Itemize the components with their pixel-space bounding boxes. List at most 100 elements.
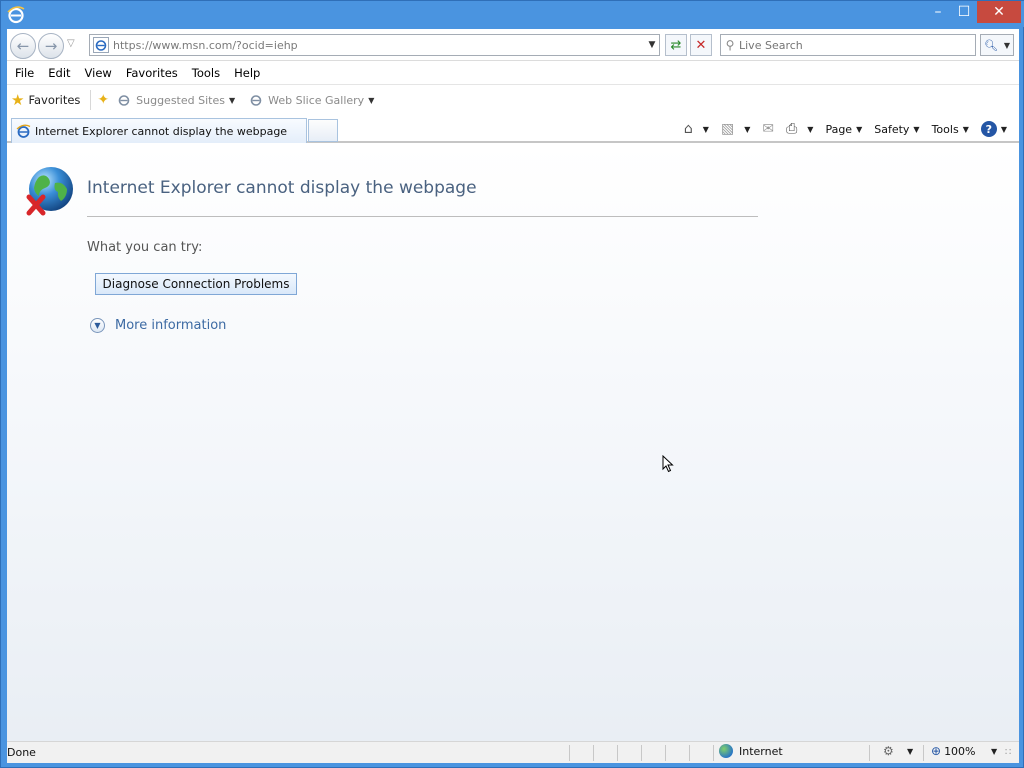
mouse-pointer-icon — [662, 455, 674, 473]
minimize-icon: – — [934, 4, 942, 20]
back-arrow-icon: ← — [16, 37, 30, 55]
tools-menu-button[interactable]: Tools ▼ — [932, 123, 969, 136]
forward-button[interactable]: → — [38, 33, 64, 59]
favorites-separator — [90, 90, 92, 110]
recent-pages-dropdown-icon[interactable]: ▽ — [67, 38, 75, 49]
tab-current[interactable]: Internet Explorer cannot display the web… — [11, 118, 307, 143]
internet-explorer-icon[interactable] — [7, 6, 25, 24]
zoom-level: 100% — [944, 744, 976, 758]
forward-arrow-icon: → — [44, 37, 58, 55]
refresh-icon: ⇄ — [670, 37, 682, 53]
help-button[interactable]: ? ▼ — [980, 121, 1007, 137]
page-content: Internet Explorer cannot display the web… — [7, 145, 1019, 741]
zoom-dropdown-icon[interactable]: ▼ — [991, 747, 997, 756]
address-bar[interactable]: ▼ — [89, 34, 660, 56]
what-you-can-try-label: What you can try: — [87, 240, 203, 255]
menu-tools[interactable]: Tools — [185, 66, 227, 80]
status-divider — [713, 745, 714, 761]
security-zone[interactable]: Internet — [719, 744, 783, 758]
stop-icon: ✕ — [695, 37, 707, 53]
address-dropdown-icon[interactable]: ▼ — [645, 40, 659, 50]
tab-ie-icon — [16, 124, 31, 138]
status-text: Done — [7, 746, 36, 759]
search-input[interactable] — [739, 38, 975, 52]
suggested-sites-ie-icon — [118, 95, 130, 106]
status-divider — [689, 745, 690, 761]
new-tab-button[interactable] — [308, 119, 338, 142]
protected-mode-icon[interactable]: ⚙ — [883, 744, 894, 758]
safety-menu-button[interactable]: Safety ▼ — [874, 123, 919, 136]
page-menu-button[interactable]: Page ▼ — [825, 123, 862, 136]
print-dropdown-icon[interactable]: ▼ — [807, 125, 813, 134]
printer-icon: ⎙ — [786, 121, 798, 137]
print-button[interactable]: ⎙ ▼ — [786, 121, 813, 137]
status-divider — [569, 745, 570, 761]
mail-icon: ✉ — [762, 121, 775, 137]
refresh-button[interactable]: ⇄ — [665, 34, 687, 56]
tab-row: Internet Explorer cannot display the web… — [7, 115, 1019, 143]
status-divider — [869, 745, 870, 761]
home-dropdown-icon[interactable]: ▼ — [703, 125, 709, 134]
status-bar: Done Internet ⚙ ▼ ⊕ 100% ▼ ∷ — [7, 741, 1019, 763]
address-input[interactable] — [113, 38, 645, 52]
suggested-sites-link[interactable]: Suggested Sites ▼ — [117, 93, 235, 107]
resize-grip-icon[interactable]: ∷ — [1005, 747, 1011, 758]
feeds-dropdown-icon[interactable]: ▼ — [744, 125, 750, 134]
zoom-icon: ⊕ — [931, 744, 942, 758]
magnifier-icon: 🔍︎ — [983, 38, 998, 52]
browser-window: – ☐ ✕ ← → ▽ ▼ ⇄ ✕ ⚲ — [0, 0, 1024, 768]
menu-bar: File Edit View Favorites Tools Help — [7, 61, 1019, 85]
web-slice-gallery-label: Web Slice Gallery — [268, 93, 365, 107]
close-button[interactable]: ✕ — [977, 1, 1021, 23]
safety-dropdown-icon: ▼ — [913, 124, 920, 134]
error-globe-icon — [26, 167, 73, 216]
protected-mode-dropdown-icon[interactable]: ▼ — [907, 747, 913, 756]
diagnose-connection-problems-button[interactable]: Diagnose Connection Problems — [95, 273, 297, 295]
status-divider — [617, 745, 618, 761]
menu-favorites[interactable]: Favorites — [119, 66, 185, 80]
address-toolbar: ← → ▽ ▼ ⇄ ✕ ⚲ 🔍︎ ▼ — [7, 29, 1019, 61]
title-bar: – ☐ ✕ — [1, 1, 1024, 27]
web-slice-gallery-dropdown-icon: ▼ — [368, 95, 375, 105]
favorites-button[interactable]: ★ Favorites — [11, 91, 80, 109]
maximize-icon: ☐ — [957, 4, 971, 20]
web-slice-gallery-link[interactable]: Web Slice Gallery ▼ — [249, 93, 374, 107]
add-to-favorites-bar-icon[interactable]: ✦ — [97, 92, 109, 108]
search-icon: ⚲ — [725, 38, 735, 52]
rss-feed-icon: ▧ — [720, 121, 735, 137]
home-button[interactable]: ⌂ ▼ — [684, 121, 709, 137]
search-options-dropdown-icon[interactable]: ▼ — [1004, 41, 1010, 50]
more-information-label: More information — [115, 318, 227, 333]
menu-file[interactable]: File — [7, 66, 41, 80]
internet-zone-globe-icon — [719, 744, 733, 758]
zoom-control[interactable]: ⊕ 100% — [931, 744, 976, 758]
minimize-button[interactable]: – — [925, 1, 951, 23]
maximize-button[interactable]: ☐ — [951, 1, 977, 23]
error-title: Internet Explorer cannot display the web… — [87, 178, 477, 198]
tools-dropdown-icon: ▼ — [962, 124, 969, 134]
read-mail-button[interactable]: ✉ — [762, 121, 774, 137]
safety-menu-label: Safety — [874, 122, 910, 136]
help-dropdown-icon[interactable]: ▼ — [1001, 125, 1007, 134]
security-zone-label: Internet — [739, 744, 783, 758]
stop-button[interactable]: ✕ — [690, 34, 712, 56]
menu-edit[interactable]: Edit — [41, 66, 77, 80]
search-box[interactable]: ⚲ — [720, 34, 976, 56]
feeds-button[interactable]: ▧ ▼ — [721, 121, 750, 137]
status-divider — [593, 745, 594, 761]
menu-view[interactable]: View — [78, 66, 119, 80]
favorites-bar: ★ Favorites ✦ Suggested Sites ▼ Web Slic… — [7, 85, 1019, 115]
browser-client: ← → ▽ ▼ ⇄ ✕ ⚲ 🔍︎ ▼ — [7, 29, 1019, 763]
menu-help[interactable]: Help — [227, 66, 267, 80]
search-go-button[interactable]: 🔍︎ ▼ — [980, 34, 1014, 56]
help-icon: ? — [980, 121, 997, 137]
status-divider — [641, 745, 642, 761]
favorites-label: Favorites — [28, 93, 81, 107]
page-menu-label: Page — [825, 122, 853, 136]
status-divider — [923, 745, 924, 761]
status-divider — [665, 745, 666, 761]
back-button[interactable]: ← — [10, 33, 36, 59]
command-bar: ⌂ ▼ ▧ ▼ ✉ ⎙ ▼ Page ▼ Safety ▼ Tools ▼ ? … — [684, 115, 1019, 143]
tab-title: Internet Explorer cannot display the web… — [35, 124, 288, 138]
more-information-link[interactable]: ▼ More information — [90, 318, 226, 333]
